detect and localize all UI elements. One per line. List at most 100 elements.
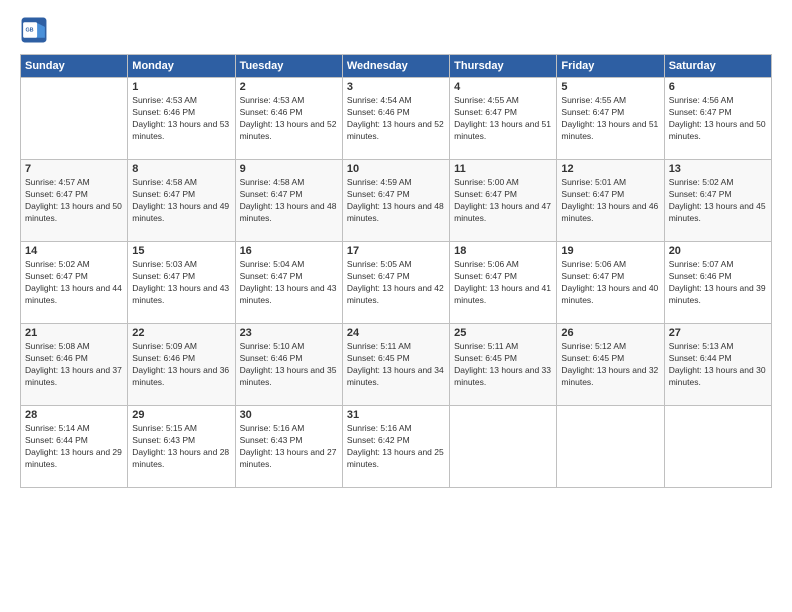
day-cell: 2 Sunrise: 4:53 AMSunset: 6:46 PMDayligh… xyxy=(235,78,342,160)
day-info: Sunrise: 4:53 AMSunset: 6:46 PMDaylight:… xyxy=(240,95,338,143)
day-cell: 8 Sunrise: 4:58 AMSunset: 6:47 PMDayligh… xyxy=(128,160,235,242)
day-cell: 21 Sunrise: 5:08 AMSunset: 6:46 PMDaylig… xyxy=(21,324,128,406)
day-number: 23 xyxy=(240,327,338,339)
day-cell: 15 Sunrise: 5:03 AMSunset: 6:47 PMDaylig… xyxy=(128,242,235,324)
day-cell: 16 Sunrise: 5:04 AMSunset: 6:47 PMDaylig… xyxy=(235,242,342,324)
day-cell: 20 Sunrise: 5:07 AMSunset: 6:46 PMDaylig… xyxy=(664,242,771,324)
day-number: 7 xyxy=(25,163,123,175)
day-info: Sunrise: 5:06 AMSunset: 6:47 PMDaylight:… xyxy=(454,259,552,307)
week-row-5: 28 Sunrise: 5:14 AMSunset: 6:44 PMDaylig… xyxy=(21,406,772,488)
day-number: 3 xyxy=(347,81,445,93)
col-header-sunday: Sunday xyxy=(21,55,128,78)
day-number: 13 xyxy=(669,163,767,175)
day-cell: 24 Sunrise: 5:11 AMSunset: 6:45 PMDaylig… xyxy=(342,324,449,406)
day-number: 29 xyxy=(132,409,230,421)
day-cell: 5 Sunrise: 4:55 AMSunset: 6:47 PMDayligh… xyxy=(557,78,664,160)
day-info: Sunrise: 5:13 AMSunset: 6:44 PMDaylight:… xyxy=(669,341,767,389)
col-header-wednesday: Wednesday xyxy=(342,55,449,78)
day-info: Sunrise: 5:08 AMSunset: 6:46 PMDaylight:… xyxy=(25,341,123,389)
day-cell: 7 Sunrise: 4:57 AMSunset: 6:47 PMDayligh… xyxy=(21,160,128,242)
day-info: Sunrise: 4:59 AMSunset: 6:47 PMDaylight:… xyxy=(347,177,445,225)
day-info: Sunrise: 4:56 AMSunset: 6:47 PMDaylight:… xyxy=(669,95,767,143)
day-cell: 29 Sunrise: 5:15 AMSunset: 6:43 PMDaylig… xyxy=(128,406,235,488)
day-number: 20 xyxy=(669,245,767,257)
col-header-thursday: Thursday xyxy=(450,55,557,78)
day-number: 22 xyxy=(132,327,230,339)
day-cell: 31 Sunrise: 5:16 AMSunset: 6:42 PMDaylig… xyxy=(342,406,449,488)
day-info: Sunrise: 5:02 AMSunset: 6:47 PMDaylight:… xyxy=(669,177,767,225)
day-info: Sunrise: 4:58 AMSunset: 6:47 PMDaylight:… xyxy=(132,177,230,225)
day-number: 31 xyxy=(347,409,445,421)
day-cell: 23 Sunrise: 5:10 AMSunset: 6:46 PMDaylig… xyxy=(235,324,342,406)
day-info: Sunrise: 5:02 AMSunset: 6:47 PMDaylight:… xyxy=(25,259,123,307)
day-info: Sunrise: 5:01 AMSunset: 6:47 PMDaylight:… xyxy=(561,177,659,225)
day-info: Sunrise: 5:10 AMSunset: 6:46 PMDaylight:… xyxy=(240,341,338,389)
day-number: 25 xyxy=(454,327,552,339)
day-info: Sunrise: 5:03 AMSunset: 6:47 PMDaylight:… xyxy=(132,259,230,307)
day-info: Sunrise: 5:11 AMSunset: 6:45 PMDaylight:… xyxy=(347,341,445,389)
day-info: Sunrise: 5:00 AMSunset: 6:47 PMDaylight:… xyxy=(454,177,552,225)
day-cell: 14 Sunrise: 5:02 AMSunset: 6:47 PMDaylig… xyxy=(21,242,128,324)
calendar-table: SundayMondayTuesdayWednesdayThursdayFrid… xyxy=(20,54,772,488)
day-number: 14 xyxy=(25,245,123,257)
day-cell: 22 Sunrise: 5:09 AMSunset: 6:46 PMDaylig… xyxy=(128,324,235,406)
day-info: Sunrise: 5:04 AMSunset: 6:47 PMDaylight:… xyxy=(240,259,338,307)
day-info: Sunrise: 5:07 AMSunset: 6:46 PMDaylight:… xyxy=(669,259,767,307)
col-header-tuesday: Tuesday xyxy=(235,55,342,78)
day-number: 2 xyxy=(240,81,338,93)
day-number: 24 xyxy=(347,327,445,339)
day-cell: 11 Sunrise: 5:00 AMSunset: 6:47 PMDaylig… xyxy=(450,160,557,242)
header: GB xyxy=(20,16,772,44)
day-cell xyxy=(450,406,557,488)
day-cell: 18 Sunrise: 5:06 AMSunset: 6:47 PMDaylig… xyxy=(450,242,557,324)
day-number: 4 xyxy=(454,81,552,93)
day-cell: 9 Sunrise: 4:58 AMSunset: 6:47 PMDayligh… xyxy=(235,160,342,242)
col-header-saturday: Saturday xyxy=(664,55,771,78)
svg-text:GB: GB xyxy=(25,28,33,34)
day-info: Sunrise: 5:16 AMSunset: 6:42 PMDaylight:… xyxy=(347,423,445,471)
day-number: 27 xyxy=(669,327,767,339)
day-number: 5 xyxy=(561,81,659,93)
day-number: 26 xyxy=(561,327,659,339)
day-cell xyxy=(557,406,664,488)
day-info: Sunrise: 5:05 AMSunset: 6:47 PMDaylight:… xyxy=(347,259,445,307)
day-info: Sunrise: 5:09 AMSunset: 6:46 PMDaylight:… xyxy=(132,341,230,389)
day-cell xyxy=(664,406,771,488)
calendar-header-row: SundayMondayTuesdayWednesdayThursdayFrid… xyxy=(21,55,772,78)
day-cell: 25 Sunrise: 5:11 AMSunset: 6:45 PMDaylig… xyxy=(450,324,557,406)
logo-icon: GB xyxy=(20,16,48,44)
week-row-1: 1 Sunrise: 4:53 AMSunset: 6:46 PMDayligh… xyxy=(21,78,772,160)
col-header-friday: Friday xyxy=(557,55,664,78)
day-cell: 28 Sunrise: 5:14 AMSunset: 6:44 PMDaylig… xyxy=(21,406,128,488)
day-info: Sunrise: 4:53 AMSunset: 6:46 PMDaylight:… xyxy=(132,95,230,143)
week-row-2: 7 Sunrise: 4:57 AMSunset: 6:47 PMDayligh… xyxy=(21,160,772,242)
col-header-monday: Monday xyxy=(128,55,235,78)
day-number: 8 xyxy=(132,163,230,175)
day-number: 28 xyxy=(25,409,123,421)
day-number: 15 xyxy=(132,245,230,257)
day-cell: 1 Sunrise: 4:53 AMSunset: 6:46 PMDayligh… xyxy=(128,78,235,160)
day-info: Sunrise: 5:11 AMSunset: 6:45 PMDaylight:… xyxy=(454,341,552,389)
day-info: Sunrise: 4:55 AMSunset: 6:47 PMDaylight:… xyxy=(561,95,659,143)
day-cell: 3 Sunrise: 4:54 AMSunset: 6:46 PMDayligh… xyxy=(342,78,449,160)
day-number: 1 xyxy=(132,81,230,93)
day-cell: 13 Sunrise: 5:02 AMSunset: 6:47 PMDaylig… xyxy=(664,160,771,242)
day-cell: 26 Sunrise: 5:12 AMSunset: 6:45 PMDaylig… xyxy=(557,324,664,406)
day-number: 11 xyxy=(454,163,552,175)
day-cell: 6 Sunrise: 4:56 AMSunset: 6:47 PMDayligh… xyxy=(664,78,771,160)
day-cell: 19 Sunrise: 5:06 AMSunset: 6:47 PMDaylig… xyxy=(557,242,664,324)
logo: GB xyxy=(20,16,52,44)
day-number: 16 xyxy=(240,245,338,257)
day-info: Sunrise: 4:54 AMSunset: 6:46 PMDaylight:… xyxy=(347,95,445,143)
week-row-3: 14 Sunrise: 5:02 AMSunset: 6:47 PMDaylig… xyxy=(21,242,772,324)
day-cell xyxy=(21,78,128,160)
day-info: Sunrise: 5:16 AMSunset: 6:43 PMDaylight:… xyxy=(240,423,338,471)
day-info: Sunrise: 5:12 AMSunset: 6:45 PMDaylight:… xyxy=(561,341,659,389)
day-number: 10 xyxy=(347,163,445,175)
day-number: 30 xyxy=(240,409,338,421)
day-number: 6 xyxy=(669,81,767,93)
day-number: 18 xyxy=(454,245,552,257)
page: GB SundayMondayTuesdayWednesdayThursdayF… xyxy=(0,0,792,612)
day-cell: 30 Sunrise: 5:16 AMSunset: 6:43 PMDaylig… xyxy=(235,406,342,488)
day-info: Sunrise: 4:57 AMSunset: 6:47 PMDaylight:… xyxy=(25,177,123,225)
